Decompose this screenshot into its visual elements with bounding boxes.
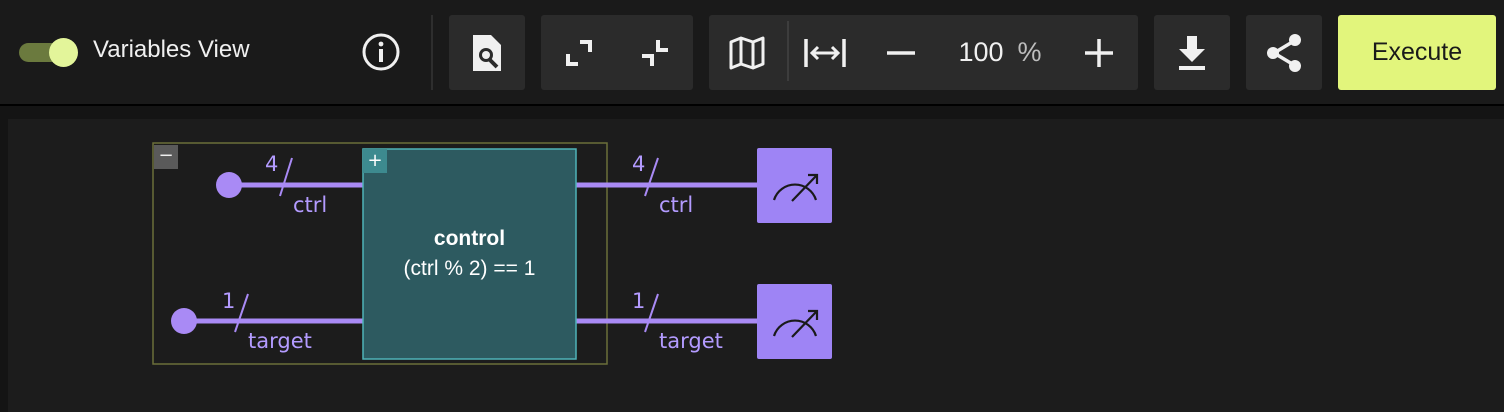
bus-slash-ctrl-in [279,157,293,197]
bus-slash-ctrl-out [644,157,659,197]
gate-title: control [433,227,506,250]
qubit-input-target [171,308,197,334]
group-collapse-glyph[interactable]: − [154,144,178,168]
control-gate [362,148,577,360]
gate-condition: (ctrl % 2) == 1 [403,257,536,280]
circuit-diagram [152,142,832,365]
wire-size-ctrl-in: 4 [265,152,279,176]
gate-expand-glyph[interactable]: + [363,149,387,173]
qubit-input-ctrl [216,172,242,198]
wire-name-ctrl-in: ctrl [293,193,328,217]
wire-size-ctrl-out: 4 [632,152,646,176]
bus-slash-target-in [234,293,249,333]
wire-name-target-out: target [659,329,723,353]
wire-name-target-in: target [248,329,312,353]
bus-slash-target-out [644,293,659,333]
wire-size-target-in: 1 [222,289,236,313]
wire-size-target-out: 1 [632,289,646,313]
wire-name-ctrl-out: ctrl [659,193,694,217]
